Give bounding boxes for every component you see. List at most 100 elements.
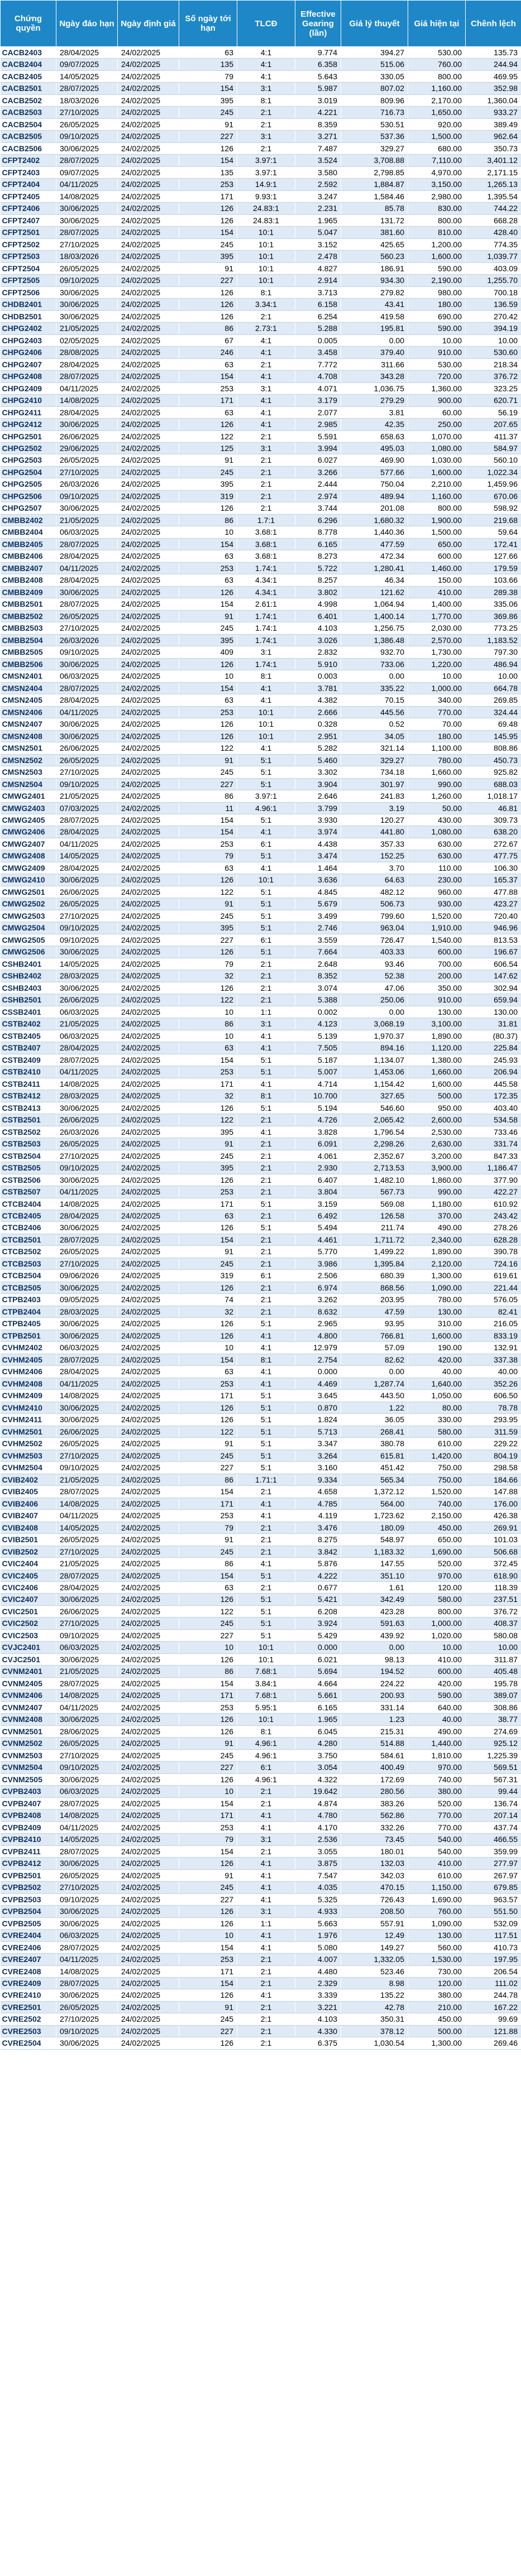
conversion-ratio-cell: 2:1 <box>237 1114 295 1126</box>
conversion-ratio-cell: 2:1 <box>237 1174 295 1187</box>
days-to-maturity-cell: 126 <box>179 874 237 886</box>
conversion-ratio-cell: 4:1 <box>237 418 295 431</box>
column-header-warrant-code: Chứng quyền <box>0 0 56 47</box>
conversion-ratio-cell: 2:1 <box>237 1485 295 1498</box>
table-row: CHPG2406 28/08/2025 24/02/2025 246 4:1 3.458 3… <box>0 346 521 359</box>
maturity-date-cell: 28/03/2025 <box>56 970 118 982</box>
valuation-date-cell: 24/02/2025 <box>117 1701 179 1714</box>
warrant-code-cell: CTCB2503 <box>0 1258 56 1270</box>
conversion-ratio-cell: 3.34:1 <box>237 298 295 311</box>
theoretical-price-cell: 186.91 <box>341 262 408 275</box>
maturity-date-cell: 26/05/2025 <box>56 1437 118 1450</box>
days-to-maturity-cell: 126 <box>179 298 237 311</box>
days-to-maturity-cell: 253 <box>179 838 237 851</box>
theoretical-price-cell: 335.22 <box>341 682 408 695</box>
column-header-valuation-date: Ngày định giá <box>117 0 179 47</box>
theoretical-price-cell: 0.00 <box>341 1006 408 1019</box>
conversion-ratio-cell: 2:1 <box>237 1138 295 1150</box>
conversion-ratio-cell: 3:1 <box>237 1833 295 1846</box>
valuation-date-cell: 24/02/2025 <box>117 1402 179 1414</box>
table-row: CVHM2410 30/06/2025 24/02/2025 126 5:1 0.870 1… <box>0 1402 521 1414</box>
valuation-date-cell: 24/02/2025 <box>117 1941 179 1954</box>
price-difference-cell: 302.94 <box>465 982 521 995</box>
maturity-date-cell: 30/06/2025 <box>56 1713 118 1726</box>
theoretical-price-cell: 152.25 <box>341 850 408 862</box>
theoretical-price-cell: 546.60 <box>341 1102 408 1115</box>
price-difference-cell: 269.85 <box>465 694 521 707</box>
conversion-ratio-cell: 5:1 <box>237 910 295 923</box>
theoretical-price-cell: 1,154.42 <box>341 1078 408 1091</box>
valuation-date-cell: 24/02/2025 <box>117 1269 179 1282</box>
theoretical-price-cell: 514.88 <box>341 1737 408 1750</box>
table-row: CVPB2403 06/03/2025 24/02/2025 10 2:1 19.642 2… <box>0 1785 521 1798</box>
days-to-maturity-cell: 126 <box>179 1174 237 1187</box>
warrant-code-cell: CVNM2504 <box>0 1761 56 1774</box>
current-price-cell: 970.00 <box>408 1761 466 1774</box>
theoretical-price-cell: 809.96 <box>341 94 408 107</box>
effective-gearing-cell: 4.780 <box>295 1809 341 1822</box>
warrant-code-cell: CSTB2402 <box>0 1018 56 1030</box>
effective-gearing-cell: 3.152 <box>295 238 341 251</box>
table-row: CSTB2503 26/05/2025 24/02/2025 91 2:1 6.091 2,… <box>0 1138 521 1150</box>
current-price-cell: 650.00 <box>408 1533 466 1546</box>
theoretical-price-cell: 557.91 <box>341 1917 408 1930</box>
valuation-date-cell: 24/02/2025 <box>117 1138 179 1150</box>
table-row: CVHM2409 14/08/2025 24/02/2025 171 5:1 3.645 4… <box>0 1389 521 1402</box>
warrant-code-cell: CSTB2410 <box>0 1066 56 1078</box>
valuation-date-cell: 24/02/2025 <box>117 802 179 815</box>
current-price-cell: 960.00 <box>408 886 466 899</box>
current-price-cell: 190.00 <box>408 1341 466 1354</box>
theoretical-price-cell: 591.63 <box>341 1617 408 1630</box>
conversion-ratio-cell: 1.7:1 <box>237 514 295 527</box>
warrant-code-cell: CHPG2504 <box>0 466 56 479</box>
table-row: CVJC2501 30/06/2025 24/02/2025 126 10:1 6.021… <box>0 1653 521 1666</box>
table-row: CHPG2402 21/05/2025 24/02/2025 86 2.73:1 5.28… <box>0 322 521 335</box>
theoretical-price-cell: 734.18 <box>341 766 408 779</box>
warrant-code-cell: CFPT2403 <box>0 166 56 179</box>
maturity-date-cell: 26/05/2025 <box>56 1245 118 1258</box>
days-to-maturity-cell: 154 <box>179 538 237 551</box>
table-row: CTCB2504 09/06/2026 24/02/2025 319 6:1 2.506 6… <box>0 1269 521 1282</box>
current-price-cell: 50.00 <box>408 802 466 815</box>
table-row: CTPB2404 28/03/2025 24/02/2025 32 2:1 8.632 47… <box>0 1306 521 1318</box>
current-price-cell: 1,150.00 <box>408 1881 466 1894</box>
days-to-maturity-cell: 86 <box>179 1557 237 1570</box>
theoretical-price-cell: 733.06 <box>341 658 408 671</box>
price-difference-cell: 797.30 <box>465 646 521 659</box>
conversion-ratio-cell: 3.68:1 <box>237 538 295 551</box>
days-to-maturity-cell: 227 <box>179 934 237 947</box>
valuation-date-cell: 24/02/2025 <box>117 454 179 467</box>
maturity-date-cell: 06/03/2025 <box>56 1641 118 1654</box>
days-to-maturity-cell: 86 <box>179 322 237 335</box>
conversion-ratio-cell: 10:1 <box>237 718 295 731</box>
warrant-code-cell: CHPG2505 <box>0 478 56 491</box>
valuation-date-cell: 24/02/2025 <box>117 1126 179 1139</box>
table-row: CSHB2401 14/05/2025 24/02/2025 79 2:1 2.648 93… <box>0 958 521 971</box>
effective-gearing-cell: 5.080 <box>295 1941 341 1954</box>
price-difference-cell: 1,395.54 <box>465 190 521 203</box>
price-difference-cell: 309.73 <box>465 814 521 827</box>
warrant-code-cell: CMBB2504 <box>0 634 56 647</box>
maturity-date-cell: 30/06/2025 <box>56 1653 118 1666</box>
table-row: CVHM2411 30/06/2025 24/02/2025 126 5:1 1.824 3… <box>0 1413 521 1426</box>
price-difference-cell: 477.75 <box>465 850 521 862</box>
effective-gearing-cell: 3.744 <box>295 502 341 515</box>
days-to-maturity-cell: 91 <box>179 1138 237 1150</box>
table-row: CVPB2412 30/06/2025 24/02/2025 126 4:1 3.875 1… <box>0 1857 521 1870</box>
conversion-ratio-cell: 4:1 <box>237 1365 295 1378</box>
price-difference-cell: 78.78 <box>465 1402 521 1414</box>
days-to-maturity-cell: 67 <box>179 334 237 347</box>
theoretical-price-cell: 70.15 <box>341 694 408 707</box>
warrant-code-cell: CMWG2406 <box>0 826 56 838</box>
days-to-maturity-cell: 245 <box>179 2013 237 2026</box>
theoretical-price-cell: 2,798.85 <box>341 166 408 179</box>
theoretical-price-cell: 445.56 <box>341 706 408 719</box>
current-price-cell: 490.00 <box>408 1221 466 1234</box>
conversion-ratio-cell: 4:1 <box>237 1378 295 1390</box>
price-difference-cell: 679.85 <box>465 1881 521 1894</box>
theoretical-price-cell: 321.14 <box>341 742 408 755</box>
maturity-date-cell: 21/05/2025 <box>56 790 118 803</box>
warrant-code-cell: CVIC2406 <box>0 1581 56 1594</box>
warrant-code-cell: CVHM2411 <box>0 1413 56 1426</box>
theoretical-price-cell: 47.59 <box>341 1306 408 1318</box>
